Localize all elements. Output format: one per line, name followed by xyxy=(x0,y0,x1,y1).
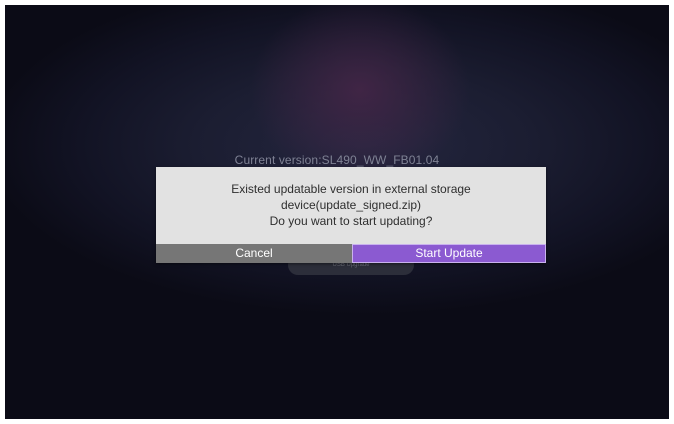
update-screen: Current version:SL490_WW_FB01.04 USB Upg… xyxy=(5,5,669,419)
dialog-message-line: Existed updatable version in external st… xyxy=(231,182,471,196)
dialog-message: Existed updatable version in external st… xyxy=(156,181,546,229)
dialog-message-line: Do you want to start updating? xyxy=(269,214,433,228)
update-confirm-dialog: Existed updatable version in external st… xyxy=(156,167,546,263)
dialog-button-bar: Cancel Start Update xyxy=(156,244,546,263)
current-version-label: Current version:SL490_WW_FB01.04 xyxy=(234,153,440,167)
dialog-message-line: device(update_signed.zip) xyxy=(280,198,422,212)
start-update-button[interactable]: Start Update xyxy=(352,244,546,263)
cancel-button[interactable]: Cancel xyxy=(156,244,352,263)
